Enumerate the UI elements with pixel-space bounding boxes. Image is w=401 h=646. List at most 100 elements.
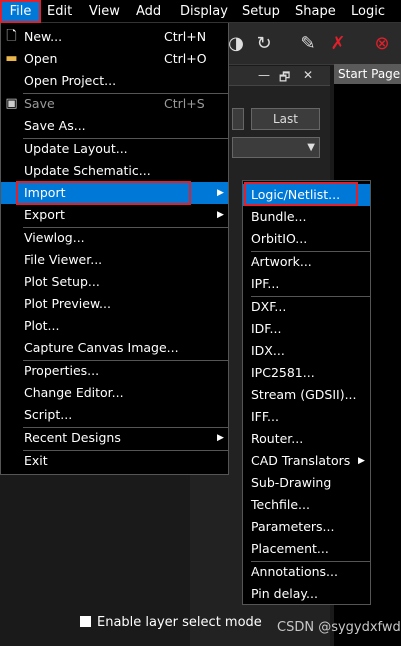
- import-submenu: Logic/Netlist... Bundle... OrbitIO... Ar…: [242, 180, 371, 605]
- menu-item-label: IFF...: [251, 409, 279, 424]
- file-menu-save[interactable]: ▣ Save Ctrl+S: [1, 93, 228, 115]
- menu-item-label: Plot...: [24, 318, 60, 333]
- file-menu-open-project[interactable]: Open Project...: [1, 70, 228, 92]
- file-menu-plot[interactable]: Plot...: [1, 315, 228, 337]
- file-menu: 🗋 New... Ctrl+N ▬ Open Ctrl+O Open Proje…: [0, 23, 229, 475]
- menu-item-label: DXF...: [251, 299, 287, 314]
- menu-item-label: CAD Translators: [251, 453, 351, 468]
- import-dxf[interactable]: DXF...: [243, 296, 370, 318]
- menu-item-label: IDX...: [251, 343, 285, 358]
- menu-item-label: Update Schematic...: [24, 163, 151, 178]
- menu-add[interactable]: Add: [136, 0, 161, 23]
- unpin-icon[interactable]: ✗: [326, 32, 350, 56]
- menu-item-label: Open Project...: [24, 73, 117, 88]
- import-annotations[interactable]: Annotations...: [243, 561, 370, 583]
- menu-item-label: IPC2581...: [251, 365, 315, 380]
- shortcut-label: Ctrl+N: [164, 29, 207, 44]
- symbol-icon[interactable]: ⊗: [370, 32, 394, 56]
- file-menu-capture-canvas[interactable]: Capture Canvas Image...: [1, 337, 228, 359]
- import-artwork[interactable]: Artwork...: [243, 251, 370, 273]
- menu-setup[interactable]: Setup: [242, 0, 280, 23]
- import-orbitio[interactable]: OrbitIO...: [243, 228, 370, 250]
- watermark: CSDN @sygydxfwd: [277, 620, 401, 635]
- logic-netlist-highlight-box: [244, 182, 358, 206]
- file-menu-file-viewer[interactable]: File Viewer...: [1, 249, 228, 271]
- import-sub-drawing[interactable]: Sub-Drawing: [243, 472, 370, 494]
- menu-edit[interactable]: Edit: [47, 0, 72, 23]
- panel-close-icon[interactable]: ✕: [303, 68, 313, 82]
- menu-item-label: Stream (GDSII)...: [251, 387, 357, 402]
- import-cad-translators[interactable]: CAD Translators ▶: [243, 450, 370, 472]
- menu-item-label: Router...: [251, 431, 304, 446]
- import-stream-gdsii[interactable]: Stream (GDSII)...: [243, 384, 370, 406]
- import-parameters[interactable]: Parameters...: [243, 516, 370, 538]
- redo-icon[interactable]: ↻: [252, 32, 276, 56]
- menu-item-label: IDF...: [251, 321, 282, 336]
- menu-display[interactable]: Display: [180, 0, 228, 23]
- menu-item-label: Artwork...: [251, 254, 312, 269]
- file-menu-update-schematic[interactable]: Update Schematic...: [1, 160, 228, 182]
- import-router[interactable]: Router...: [243, 428, 370, 450]
- panel-dropdown[interactable]: ▼: [232, 137, 320, 158]
- menu-item-label: Export: [24, 207, 65, 222]
- menu-item-label: Placement...: [251, 541, 329, 556]
- import-bundle[interactable]: Bundle...: [243, 206, 370, 228]
- menu-file[interactable]: File: [0, 0, 41, 23]
- chevron-down-icon: ▼: [307, 142, 315, 153]
- menu-logic[interactable]: Logic: [351, 0, 385, 23]
- file-menu-exit[interactable]: Exit: [1, 450, 228, 472]
- menu-item-label: Update Layout...: [24, 141, 128, 156]
- menu-shape[interactable]: Shape: [295, 0, 336, 23]
- menu-item-label: OrbitIO...: [251, 231, 308, 246]
- import-idx[interactable]: IDX...: [243, 340, 370, 362]
- panel-restore-icon[interactable]: 🗗: [279, 68, 290, 89]
- import-pin-delay[interactable]: Pin delay...: [243, 583, 370, 605]
- file-menu-open[interactable]: ▬ Open Ctrl+O: [1, 48, 228, 70]
- menu-item-label: IPF...: [251, 276, 280, 291]
- import-placement[interactable]: Placement...: [243, 538, 370, 560]
- file-menu-properties[interactable]: Properties...: [1, 360, 228, 382]
- menu-item-label: Open: [24, 51, 58, 66]
- menu-item-label: New...: [24, 29, 63, 44]
- file-menu-update-layout[interactable]: Update Layout...: [1, 138, 228, 160]
- import-idf[interactable]: IDF...: [243, 318, 370, 340]
- shortcut-label: Ctrl+S: [164, 96, 205, 111]
- file-menu-plot-preview[interactable]: Plot Preview...: [1, 293, 228, 315]
- panel-minimize-icon[interactable]: —: [258, 68, 270, 82]
- menu-item-label: Bundle...: [251, 209, 307, 224]
- submenu-arrow-icon: ▶: [217, 188, 224, 198]
- menu-item-label: Techfile...: [251, 497, 310, 512]
- import-iff[interactable]: IFF...: [243, 406, 370, 428]
- menu-item-label: Viewlog...: [24, 230, 85, 245]
- menu-item-label: Annotations...: [251, 564, 338, 579]
- file-menu-script[interactable]: Script...: [1, 404, 228, 426]
- import-ipf[interactable]: IPF...: [243, 273, 370, 295]
- menu-item-label: Change Editor...: [24, 385, 124, 400]
- menu-item-label: Parameters...: [251, 519, 335, 534]
- file-menu-plot-setup[interactable]: Plot Setup...: [1, 271, 228, 293]
- menu-item-label: Properties...: [24, 363, 100, 378]
- menu-item-label: File Viewer...: [24, 252, 103, 267]
- enable-layer-select[interactable]: Enable layer select mode: [80, 614, 262, 632]
- shortcut-label: Ctrl+O: [164, 51, 207, 66]
- file-menu-export[interactable]: Export ▶: [1, 204, 228, 226]
- open-folder-icon: ▬: [5, 51, 18, 66]
- partial-button[interactable]: [232, 108, 244, 130]
- file-menu-recent-designs[interactable]: Recent Designs ▶: [1, 427, 228, 449]
- last-button[interactable]: Last: [251, 108, 320, 130]
- menu-item-label: Script...: [24, 407, 73, 422]
- import-techfile[interactable]: Techfile...: [243, 494, 370, 516]
- tab-start-page[interactable]: Start Page: [334, 64, 401, 84]
- file-menu-change-editor[interactable]: Change Editor...: [1, 382, 228, 404]
- menu-view[interactable]: View: [89, 0, 120, 23]
- enable-layer-checkbox[interactable]: [80, 616, 91, 627]
- menu-item-label: Capture Canvas Image...: [24, 340, 179, 355]
- menu-item-label: Save: [24, 96, 55, 111]
- file-menu-save-as[interactable]: Save As...: [1, 115, 228, 137]
- import-ipc2581[interactable]: IPC2581...: [243, 362, 370, 384]
- menu-item-label: Plot Preview...: [24, 296, 111, 311]
- menu-item-label: Recent Designs: [24, 430, 121, 445]
- file-menu-viewlog[interactable]: Viewlog...: [1, 227, 228, 249]
- pin-icon[interactable]: ✎: [296, 32, 320, 56]
- file-menu-new[interactable]: 🗋 New... Ctrl+N: [1, 26, 228, 48]
